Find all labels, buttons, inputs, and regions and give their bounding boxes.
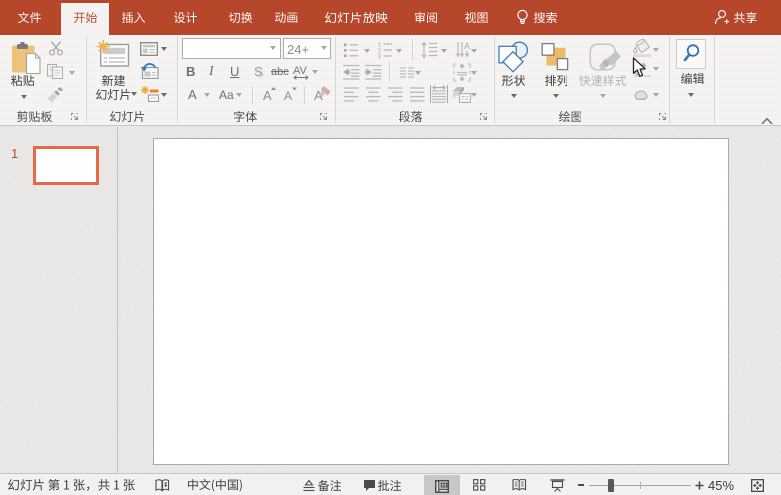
svg-text:AV: AV bbox=[293, 65, 308, 77]
svg-text:A: A bbox=[284, 89, 292, 101]
svg-text:A: A bbox=[263, 88, 272, 101]
svg-text:3: 3 bbox=[378, 54, 382, 60]
svg-text:A: A bbox=[464, 41, 470, 51]
